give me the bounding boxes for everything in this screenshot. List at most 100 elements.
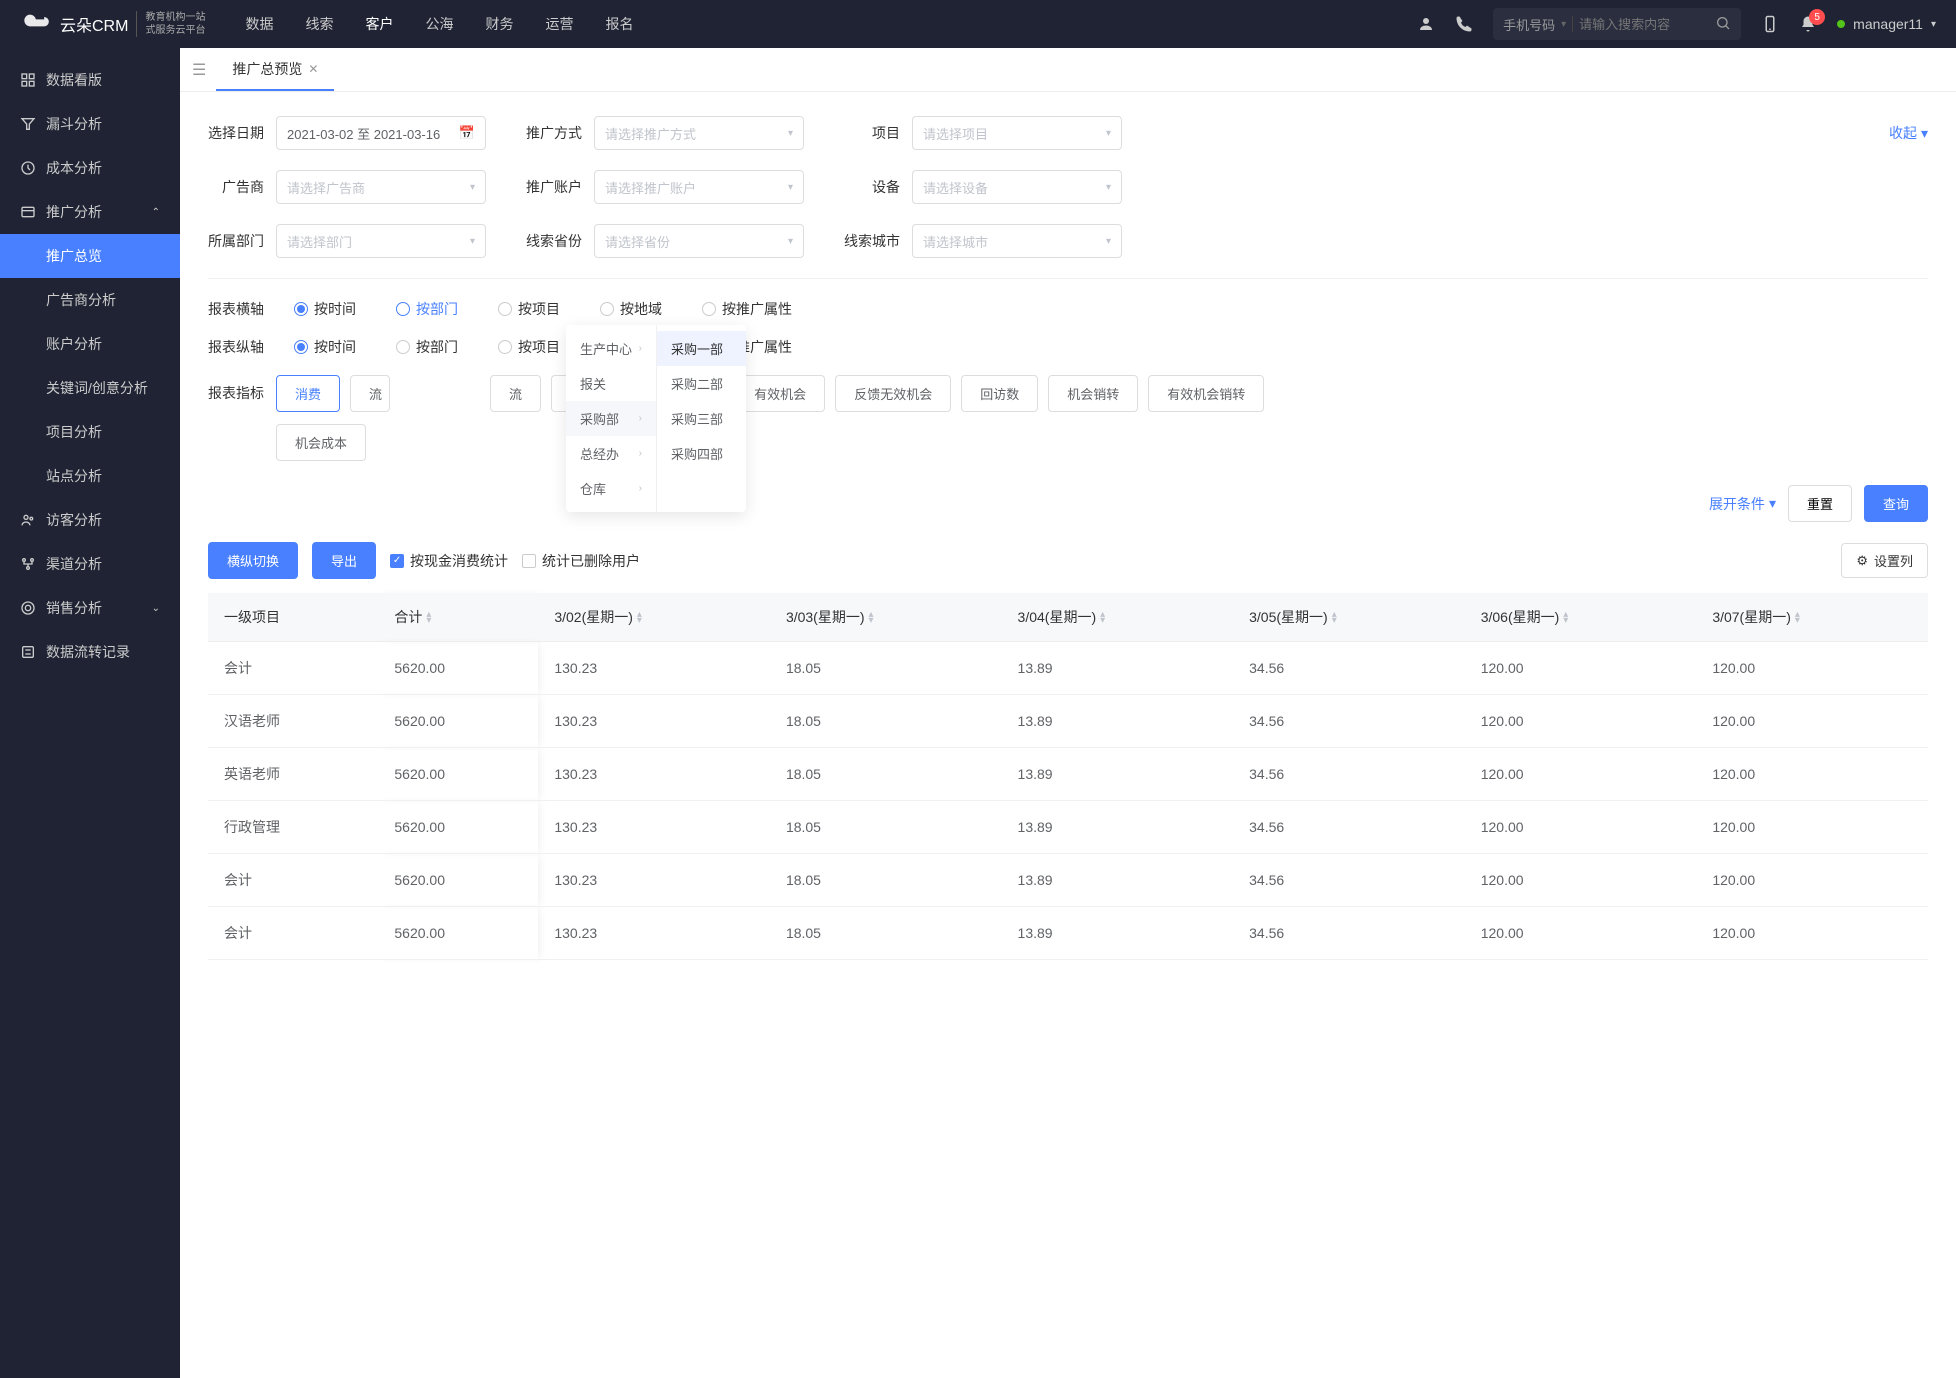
column-header-7[interactable]: 3/07(星期一)▴▾ (1696, 593, 1928, 642)
sidebar-item-6[interactable]: 销售分析⌄ (0, 586, 180, 630)
cascade-item[interactable]: 总经办› (566, 436, 656, 471)
sidebar-item-7[interactable]: 数据流转记录 (0, 630, 180, 674)
city-select[interactable]: 请选择城市 ▾ (912, 224, 1122, 258)
deleted-stat-checkbox[interactable]: 统计已删除用户 (522, 551, 640, 571)
method-select[interactable]: 请选择推广方式 ▾ (594, 116, 804, 150)
date-range-input[interactable]: 2021-03-02 至 2021-03-16 📅 (276, 116, 486, 150)
radio-按时间[interactable]: 按时间 (294, 299, 356, 319)
metric-btn-7[interactable]: 回访数 (961, 375, 1038, 412)
search-icon[interactable] (1715, 15, 1731, 34)
cell-value: 13.89 (1002, 642, 1234, 695)
cash-stat-checkbox[interactable]: 按现金消费统计 (390, 551, 508, 571)
tab-promo-overview[interactable]: 推广总预览 ✕ (216, 48, 334, 91)
export-button[interactable]: 导出 (312, 542, 376, 579)
cell-value: 34.56 (1233, 695, 1465, 748)
metric-btn-8[interactable]: 机会销转 (1048, 375, 1138, 412)
metric-btn-0[interactable]: 消费 (276, 375, 340, 412)
funnel-icon (20, 116, 36, 132)
nav-item-1[interactable]: 线索 (305, 14, 333, 34)
v-axis-row: 报表纵轴 按时间按部门按项目按地域按推广属性 (208, 337, 1928, 357)
column-header-2[interactable]: 3/02(星期一)▴▾ (538, 593, 770, 642)
sidebar-subitem-3-4[interactable]: 项目分析 (0, 410, 180, 454)
radio-按部门[interactable]: 按部门 (396, 337, 458, 357)
channel-icon (20, 556, 36, 572)
table-row: 会计5620.00130.2318.0513.8934.56120.00120.… (208, 642, 1928, 695)
nav-item-4[interactable]: 财务 (485, 14, 513, 34)
device-select[interactable]: 请选择设备 ▾ (912, 170, 1122, 204)
cascade-item[interactable]: 采购三部 (657, 401, 746, 436)
phone-icon[interactable] (1455, 15, 1473, 33)
nav-item-0[interactable]: 数据 (245, 14, 273, 34)
metric-btn-hidden[interactable]: 流 (350, 375, 390, 412)
metric-btn-1[interactable]: 流 (490, 375, 541, 412)
metric-btn-5[interactable]: 有效机会 (735, 375, 825, 412)
sidebar-item-4[interactable]: 访客分析 (0, 498, 180, 542)
column-header-1[interactable]: 合计▴▾ (378, 593, 538, 642)
cell-value: 130.23 (538, 642, 770, 695)
radio-按部门[interactable]: 按部门 (396, 299, 458, 319)
cell-value: 34.56 (1233, 801, 1465, 854)
close-icon[interactable]: ✕ (308, 62, 318, 76)
user-menu[interactable]: manager11 ▾ (1837, 16, 1936, 32)
user-icon[interactable] (1417, 15, 1435, 33)
radio-按推广属性[interactable]: 按推广属性 (702, 299, 792, 319)
sidebar-subitem-3-5[interactable]: 站点分析 (0, 454, 180, 498)
cascade-item[interactable]: 采购四部 (657, 436, 746, 471)
sidebar-item-0[interactable]: 数据看版 (0, 58, 180, 102)
sidebar-subitem-3-2[interactable]: 账户分析 (0, 322, 180, 366)
nav-item-5[interactable]: 运营 (545, 14, 573, 34)
cascade-item[interactable]: 采购部› (566, 401, 656, 436)
cell-value: 120.00 (1465, 642, 1697, 695)
nav-item-6[interactable]: 报名 (605, 14, 633, 34)
metric-btn-10[interactable]: 机会成本 (276, 424, 366, 461)
cost-icon (20, 160, 36, 176)
expand-conditions-link[interactable]: 展开条件 ▾ (1709, 494, 1776, 514)
search-type-select[interactable]: 手机号码 (1503, 15, 1555, 34)
bell-icon[interactable]: 5 (1799, 15, 1817, 33)
column-header-3[interactable]: 3/03(星期一)▴▾ (770, 593, 1002, 642)
column-header-6[interactable]: 3/06(星期一)▴▾ (1465, 593, 1697, 642)
sidebar-subitem-3-1[interactable]: 广告商分析 (0, 278, 180, 322)
cell-value: 120.00 (1465, 748, 1697, 801)
column-header-0[interactable]: 一级项目 (208, 593, 378, 642)
sidebar-toggle-icon[interactable]: ☰ (192, 60, 206, 80)
cascade-item[interactable]: 仓库› (566, 471, 656, 506)
reset-button[interactable]: 重置 (1788, 485, 1852, 522)
chevron-right-icon: › (639, 483, 642, 494)
cascade-item[interactable]: 生产中心› (566, 331, 656, 366)
sidebar-item-1[interactable]: 漏斗分析 (0, 102, 180, 146)
column-header-4[interactable]: 3/04(星期一)▴▾ (1002, 593, 1234, 642)
sidebar-item-3[interactable]: 推广分析⌃ (0, 190, 180, 234)
nav-item-3[interactable]: 公海 (425, 14, 453, 34)
province-select[interactable]: 请选择省份 ▾ (594, 224, 804, 258)
radio-按项目[interactable]: 按项目 (498, 337, 560, 357)
promo-icon (20, 204, 36, 220)
cascade-item[interactable]: 报关 (566, 366, 656, 401)
radio-按时间[interactable]: 按时间 (294, 337, 356, 357)
metric-btn-9[interactable]: 有效机会销转 (1148, 375, 1264, 412)
sidebar-subitem-3-3[interactable]: 关键词/创意分析 (0, 366, 180, 410)
collapse-link[interactable]: 收起 ▾ (1889, 123, 1928, 143)
table-row: 英语老师5620.00130.2318.0513.8934.56120.0012… (208, 748, 1928, 801)
mobile-icon[interactable] (1761, 15, 1779, 33)
cascade-item[interactable]: 采购一部 (657, 331, 746, 366)
account-select[interactable]: 请选择推广账户 ▾ (594, 170, 804, 204)
settings-columns-button[interactable]: ⚙ 设置列 (1841, 543, 1928, 578)
radio-按地域[interactable]: 按地域 (600, 299, 662, 319)
metric-btn-6[interactable]: 反馈无效机会 (835, 375, 951, 412)
radio-按项目[interactable]: 按项目 (498, 299, 560, 319)
project-select[interactable]: 请选择项目 ▾ (912, 116, 1122, 150)
cell-value: 130.23 (538, 748, 770, 801)
query-button[interactable]: 查询 (1864, 485, 1928, 522)
nav-item-2[interactable]: 客户 (365, 14, 393, 34)
sidebar-item-2[interactable]: 成本分析 (0, 146, 180, 190)
advertiser-select[interactable]: 请选择广告商 ▾ (276, 170, 486, 204)
cascade-item[interactable]: 采购二部 (657, 366, 746, 401)
search-input[interactable] (1579, 17, 1709, 32)
sidebar-subitem-3-0[interactable]: 推广总览 (0, 234, 180, 278)
column-header-5[interactable]: 3/05(星期一)▴▾ (1233, 593, 1465, 642)
swap-button[interactable]: 横纵切换 (208, 542, 298, 579)
dept-select[interactable]: 请选择部门 ▾ (276, 224, 486, 258)
sidebar-item-5[interactable]: 渠道分析 (0, 542, 180, 586)
cell-value: 34.56 (1233, 907, 1465, 960)
